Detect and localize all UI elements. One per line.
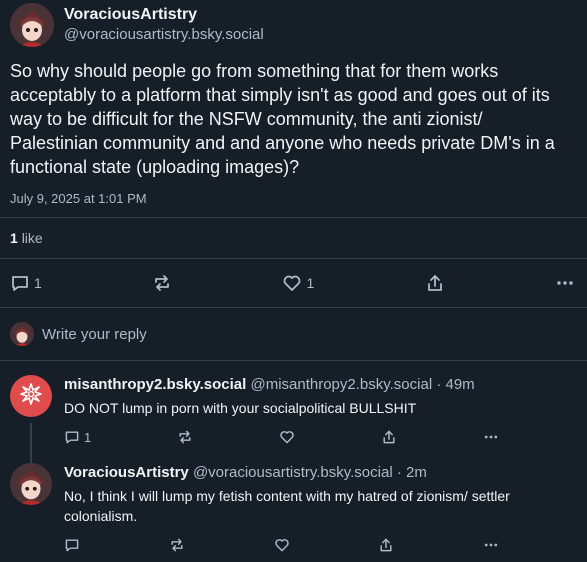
share-icon — [381, 429, 397, 445]
repost-button[interactable] — [169, 537, 185, 553]
reply-author-avatar[interactable] — [10, 463, 52, 505]
like-icon — [279, 429, 295, 445]
share-button[interactable] — [425, 273, 445, 293]
starburst-icon — [20, 382, 42, 410]
likes-summary[interactable]: 1 like — [0, 218, 587, 258]
reply-handle[interactable]: @misanthropy2.bsky.social — [250, 376, 432, 393]
more-options-button[interactable] — [483, 537, 499, 553]
reply-button[interactable] — [64, 537, 80, 553]
share-button[interactable] — [381, 429, 397, 445]
repost-icon — [169, 537, 185, 553]
like-icon — [274, 537, 290, 553]
reply-action-bar: 1 — [64, 427, 509, 447]
reply-display-name[interactable]: VoraciousArtistry — [64, 464, 189, 481]
reply-post[interactable]: misanthropy2.bsky.social @misanthropy2.b… — [0, 361, 587, 463]
likes-label: like — [21, 230, 43, 246]
reply-input[interactable]: Write your reply — [42, 326, 147, 343]
post-action-bar: 1 1 — [0, 259, 587, 307]
current-user-avatar — [10, 322, 34, 346]
more-options-button[interactable] — [555, 273, 575, 293]
like-button[interactable] — [274, 537, 290, 553]
reply-icon — [64, 429, 80, 445]
more-icon — [483, 429, 499, 445]
repost-button[interactable] — [177, 429, 193, 445]
reply-count: 1 — [84, 429, 92, 445]
repost-icon — [152, 273, 172, 293]
likes-count: 1 — [10, 230, 18, 246]
reply-text: DO NOT lump in porn with your socialpoli… — [64, 400, 417, 416]
author-display-name[interactable]: VoraciousArtistry — [64, 5, 264, 25]
like-count: 1 — [306, 275, 315, 291]
share-icon — [425, 273, 445, 293]
reply-display-name[interactable]: misanthropy2.bsky.social — [64, 376, 246, 393]
post-timestamp: July 9, 2025 at 1:01 PM — [10, 191, 147, 206]
like-button[interactable]: 1 — [282, 273, 314, 293]
post-author[interactable]: VoraciousArtistry @voraciousartistry.bsk… — [10, 0, 577, 47]
like-button[interactable] — [279, 429, 295, 445]
more-options-button[interactable] — [483, 429, 499, 445]
reply-text: No, I think I will lump my fetish conten… — [64, 488, 510, 524]
share-button[interactable] — [378, 537, 394, 553]
reply-composer[interactable]: Write your reply — [0, 308, 587, 360]
reply-time: · 2m — [396, 464, 427, 481]
more-icon — [483, 537, 499, 553]
author-avatar[interactable] — [10, 3, 54, 47]
repost-button[interactable] — [152, 273, 172, 293]
reply-button[interactable]: 1 — [64, 429, 91, 445]
post-text: So why should people go from something t… — [10, 61, 555, 177]
reply-action-bar — [64, 535, 509, 555]
reply-icon — [64, 537, 80, 553]
repost-icon — [177, 429, 193, 445]
reply-button[interactable]: 1 — [10, 273, 42, 293]
reply-time: · 49m — [436, 376, 475, 393]
share-icon — [378, 537, 394, 553]
more-icon — [555, 273, 575, 293]
thread-view: VoraciousArtistry @voraciousartistry.bsk… — [0, 0, 587, 562]
main-post: VoraciousArtistry @voraciousartistry.bsk… — [0, 0, 587, 206]
like-icon — [282, 273, 302, 293]
reply-handle[interactable]: @voraciousartistry.bsky.social — [193, 464, 393, 481]
reply-post[interactable]: VoraciousArtistry @voraciousartistry.bsk… — [0, 447, 587, 555]
reply-icon — [10, 273, 30, 293]
author-handle[interactable]: @voraciousartistry.bsky.social — [64, 25, 264, 45]
reply-count: 1 — [34, 275, 42, 291]
reply-author-avatar[interactable] — [10, 375, 52, 417]
